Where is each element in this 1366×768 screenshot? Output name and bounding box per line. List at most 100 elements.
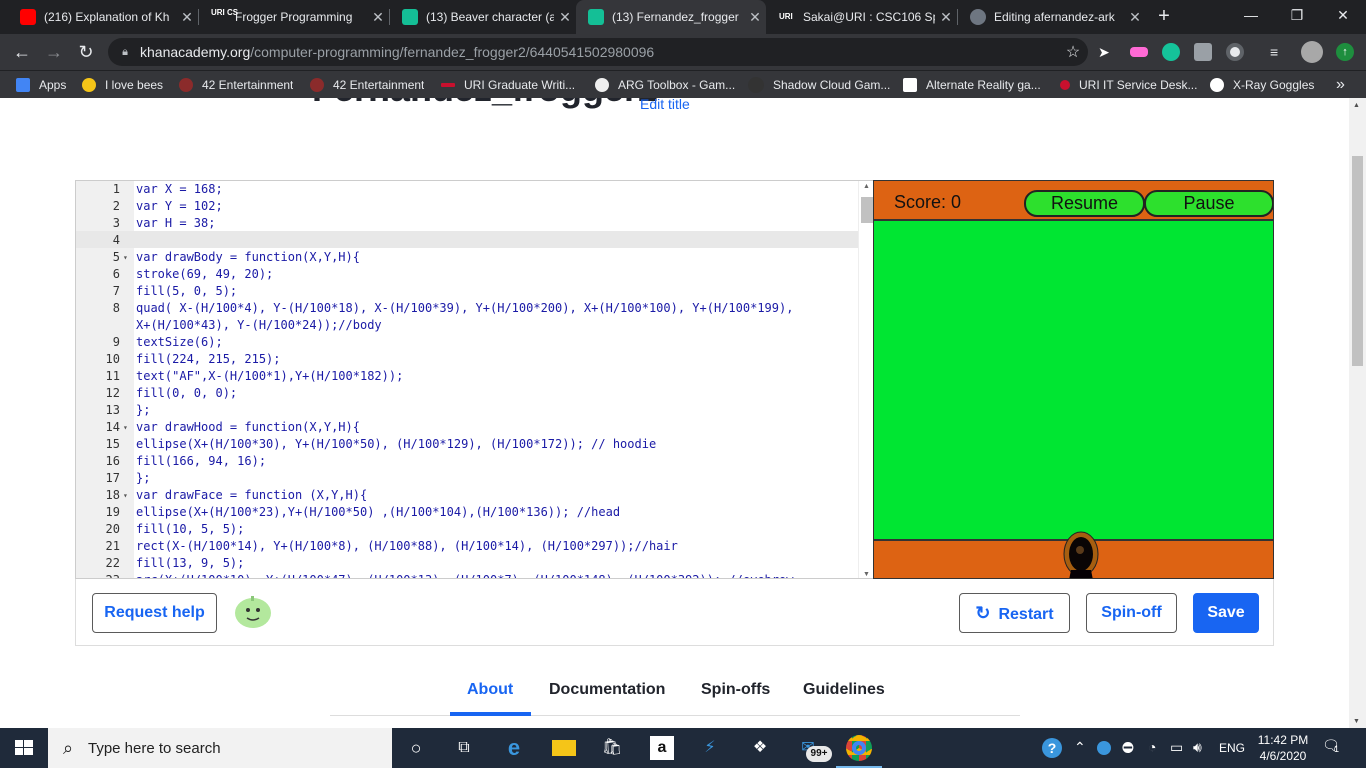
game-canvas[interactable]: Score: 0 Resume Pause bbox=[873, 180, 1274, 579]
pause-button[interactable]: Pause bbox=[1144, 190, 1273, 217]
code-text[interactable]: stroke(69, 49, 20); bbox=[136, 266, 273, 283]
bookmark-item[interactable]: ARG Toolbox - Gam... bbox=[595, 71, 735, 99]
bookmark-star-icon[interactable]: ☆ bbox=[1058, 42, 1088, 62]
bookmark-item[interactable]: 42 Entertainment bbox=[310, 71, 424, 99]
tab-documentation[interactable]: Documentation bbox=[549, 681, 665, 699]
code-text[interactable]: fill(13, 9, 5); bbox=[136, 555, 244, 572]
store-icon[interactable]: 🛍︎ bbox=[600, 736, 624, 760]
minimize-button[interactable]: — bbox=[1228, 0, 1274, 30]
code-text[interactable]: var drawBody = function(X,Y,H){ bbox=[136, 249, 360, 266]
bookmark-apps[interactable]: Apps bbox=[16, 71, 66, 99]
code-text[interactable]: textSize(6); bbox=[136, 334, 223, 351]
restart-button[interactable]: ↻ Restart bbox=[959, 593, 1070, 633]
volume-icon[interactable]: 🔊︎ bbox=[1193, 739, 1202, 756]
close-tab-icon[interactable]: ✕ bbox=[176, 9, 198, 26]
media-queue-icon[interactable]: ≡ bbox=[1270, 43, 1288, 61]
bookmark-item[interactable]: Shadow Cloud Gam... bbox=[748, 71, 890, 99]
wifi-icon[interactable]: ◔ bbox=[1148, 739, 1156, 755]
bookmark-item[interactable]: URI Graduate Writi... bbox=[441, 71, 577, 99]
start-button[interactable] bbox=[0, 728, 48, 768]
code-text[interactable]: var X = 168; bbox=[136, 181, 223, 198]
code-text[interactable]: var Y = 102; bbox=[136, 198, 223, 215]
code-text[interactable]: ellipse(X+(H/100*23),Y+(H/100*50) ,(H/10… bbox=[136, 504, 620, 521]
resume-button[interactable]: Resume bbox=[1024, 190, 1145, 217]
network-off-icon[interactable]: ⛔︎ bbox=[1122, 739, 1134, 756]
file-explorer-icon[interactable] bbox=[552, 740, 576, 756]
code-text[interactable]: arc(X+(H/100*10), Y+(H/100*47), (H/100*1… bbox=[136, 572, 793, 578]
code-text[interactable]: var drawFace = function (X,Y,H){ bbox=[136, 487, 367, 504]
request-help-button[interactable]: Request help bbox=[92, 593, 217, 633]
dropbox-icon[interactable]: ❖ bbox=[748, 736, 772, 760]
notification-center-icon[interactable]: 🗨︎ 1 bbox=[1322, 737, 1344, 757]
code-text[interactable]: quad( X-(H/100*4), Y-(H/100*18), X-(H/10… bbox=[136, 300, 793, 317]
grammarly-icon[interactable] bbox=[1162, 43, 1180, 61]
system-clock[interactable]: 11:42 PM 4/6/2020 bbox=[1255, 732, 1311, 764]
taskbar-search[interactable]: ⌕ Type here to search bbox=[48, 728, 392, 768]
lock-icon[interactable]: 🔒︎ bbox=[118, 46, 132, 59]
browser-tab[interactable]: (216) Explanation of Kh ✕ bbox=[8, 0, 198, 34]
restore-button[interactable]: ❐ bbox=[1274, 0, 1320, 30]
code-text[interactable]: fill(166, 94, 16); bbox=[136, 453, 266, 470]
editor-scrollbar[interactable]: ▲ ▼ bbox=[858, 181, 873, 578]
app-tray-icon[interactable] bbox=[1097, 741, 1111, 755]
bookmark-item[interactable]: Alternate Reality ga... bbox=[903, 71, 1047, 99]
fold-arrow-icon[interactable]: ▾ bbox=[123, 487, 128, 504]
browser-tab[interactable]: URI Sakai@URI : CSC106 Sp ✕ bbox=[767, 0, 957, 34]
tab-spin-offs[interactable]: Spin-offs bbox=[701, 681, 770, 699]
forward-button[interactable]: → bbox=[38, 34, 70, 70]
extension-icon[interactable] bbox=[1194, 43, 1212, 61]
bookmark-item[interactable]: URI IT Service Desk... bbox=[1060, 71, 1198, 99]
chevron-up-icon[interactable]: ⌃ bbox=[1074, 739, 1086, 756]
back-button[interactable]: ← bbox=[6, 34, 38, 70]
edge-icon[interactable]: e bbox=[502, 736, 526, 760]
update-icon[interactable]: ↑ bbox=[1336, 43, 1354, 61]
scroll-down-arrow-icon[interactable]: ▼ bbox=[1353, 718, 1360, 725]
scroll-up-arrow-icon[interactable]: ▲ bbox=[863, 183, 870, 190]
page-scrollbar[interactable]: ▲ ▼ bbox=[1349, 98, 1366, 728]
code-text[interactable]: fill(224, 215, 215); bbox=[136, 351, 281, 368]
code-editor[interactable]: 1 var X = 168; 2 var Y = 102; 3 var H = 38; 4 5… bbox=[75, 180, 873, 579]
code-text[interactable]: var H = 38; bbox=[136, 215, 215, 232]
battery-icon[interactable]: ▭ bbox=[1170, 739, 1183, 756]
bookmark-item[interactable]: I love bees bbox=[82, 71, 163, 99]
video-extension-icon[interactable] bbox=[1130, 47, 1148, 57]
close-tab-icon[interactable]: ✕ bbox=[744, 9, 766, 26]
new-tab-button[interactable]: + bbox=[1152, 4, 1176, 28]
browser-tab[interactable]: Editing afernandez-ark ✕ bbox=[958, 0, 1146, 34]
code-text[interactable]: }; bbox=[136, 470, 150, 487]
code-text[interactable]: fill(5, 0, 5); bbox=[136, 283, 237, 300]
code-text[interactable]: X+(H/100*43), Y-(H/100*24));//body bbox=[136, 317, 382, 334]
page-scroll-thumb[interactable] bbox=[1352, 156, 1363, 366]
cortana-icon[interactable]: ○ bbox=[404, 736, 428, 760]
close-tab-icon[interactable]: ✕ bbox=[367, 9, 389, 26]
tab-about[interactable]: About bbox=[467, 681, 513, 699]
code-text[interactable]: text("AF",X-(H/100*1),Y+(H/100*182)); bbox=[136, 368, 403, 385]
close-tab-icon[interactable]: ✕ bbox=[1124, 9, 1146, 26]
bookmark-item[interactable]: 42 Entertainment bbox=[179, 71, 293, 99]
code-text[interactable]: rect(X-(H/100*14), Y+(H/100*8), (H/100*8… bbox=[136, 538, 678, 555]
code-text[interactable]: fill(0, 0, 0); bbox=[136, 385, 237, 402]
chrome-icon[interactable] bbox=[846, 735, 872, 761]
tab-guidelines[interactable]: Guidelines bbox=[803, 681, 885, 699]
browser-tab-active[interactable]: (13) Fernandez_frogger ✕ bbox=[576, 0, 766, 34]
scroll-down-arrow-icon[interactable]: ▼ bbox=[863, 571, 870, 578]
scroll-up-arrow-icon[interactable]: ▲ bbox=[1353, 102, 1360, 109]
fold-arrow-icon[interactable]: ▾ bbox=[123, 249, 128, 266]
code-text[interactable]: fill(10, 5, 5); bbox=[136, 521, 244, 538]
amazon-icon[interactable]: a bbox=[650, 736, 674, 760]
code-text[interactable]: var drawHood = function(X,Y,H){ bbox=[136, 419, 360, 436]
extension-icon[interactable] bbox=[1226, 43, 1244, 61]
reload-button[interactable]: ↻ bbox=[70, 34, 102, 70]
cursor-extension-icon[interactable]: ➤ bbox=[1098, 43, 1116, 61]
task-view-icon[interactable]: ⧉ bbox=[452, 736, 476, 760]
address-bar[interactable]: 🔒︎ khanacademy.org/computer-programming/… bbox=[108, 38, 1088, 66]
edit-title-link[interactable]: Edit title bbox=[640, 98, 690, 112]
browser-tab[interactable]: (13) Beaver character (a ✕ bbox=[390, 0, 576, 34]
code-text[interactable]: }; bbox=[136, 402, 150, 419]
fold-arrow-icon[interactable]: ▾ bbox=[123, 419, 128, 436]
bookmark-item[interactable]: X-Ray Goggles bbox=[1210, 71, 1314, 99]
browser-tab[interactable]: URI CS Frogger Programming ✕ bbox=[199, 0, 389, 34]
close-window-button[interactable]: ✕ bbox=[1320, 0, 1366, 30]
spin-off-button[interactable]: Spin-off bbox=[1086, 593, 1177, 633]
save-button[interactable]: Save bbox=[1193, 593, 1259, 633]
